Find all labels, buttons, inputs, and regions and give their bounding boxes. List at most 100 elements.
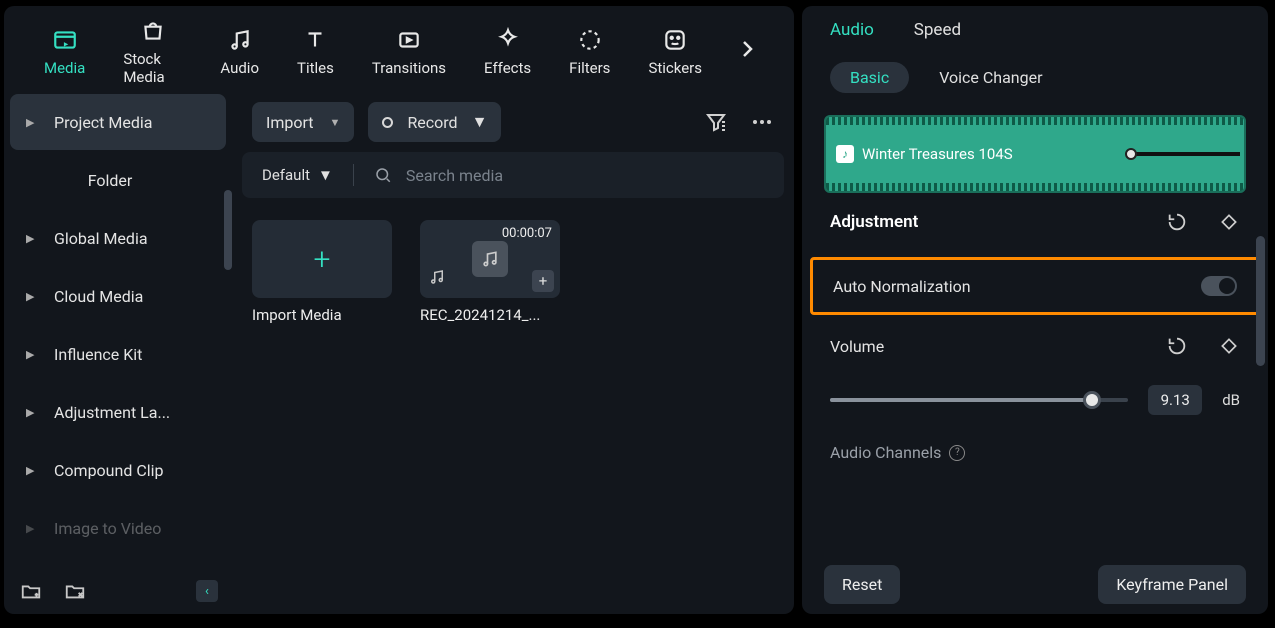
media-grid: + Import Media 00:00:07 + REC_20241214_.…	[232, 198, 794, 346]
search-input[interactable]	[406, 166, 764, 185]
music-clip-icon: ♪	[836, 145, 854, 163]
volume-unit: dB	[1222, 391, 1240, 409]
grid-item-label: Import Media	[252, 306, 392, 324]
grid-item-label: REC_20241214_...	[420, 306, 560, 324]
left-body: ▶Project Media Folder ▶Global Media ▶Clo…	[4, 92, 794, 614]
stickers-icon	[660, 25, 690, 55]
keyframe-diamond-icon[interactable]	[1218, 211, 1240, 233]
audio-channels-label: Audio Channels	[830, 443, 941, 462]
volume-value[interactable]: 9.13	[1148, 385, 1202, 415]
chevron-right-icon: ▶	[26, 464, 36, 477]
effects-icon	[493, 25, 523, 55]
sidebar-item-label: Influence Kit	[54, 345, 142, 364]
sidebar-item-label: Folder	[88, 171, 133, 190]
nav-stock-media[interactable]: Stock Media	[123, 16, 182, 86]
sidebar-item-label: Image to Video	[54, 519, 161, 538]
chevron-down-icon: ▼	[472, 112, 488, 132]
reset-button[interactable]: Reset	[824, 565, 900, 604]
reset-volume-icon[interactable]	[1166, 335, 1188, 357]
sidebar-item-label: Global Media	[54, 229, 148, 248]
sidebar-item-project-media[interactable]: ▶ Project Media	[10, 94, 226, 150]
filter-icon[interactable]	[704, 110, 728, 134]
right-scrollbar[interactable]	[1256, 236, 1265, 366]
sidebar: ▶Project Media Folder ▶Global Media ▶Clo…	[4, 92, 232, 614]
sidebar-item-label: Cloud Media	[54, 287, 143, 306]
nav-next-arrow[interactable]	[740, 38, 754, 64]
bottom-buttons: Reset Keyframe Panel	[802, 565, 1268, 604]
clip-duration: 00:00:07	[502, 226, 552, 241]
chevron-down-icon: ▼	[318, 166, 333, 184]
chevron-right-icon: ▶	[26, 406, 36, 419]
music-icon	[225, 25, 255, 55]
import-label: Import	[266, 113, 314, 132]
nav-titles[interactable]: Titles	[297, 25, 334, 77]
sidebar-item-global-media[interactable]: ▶Global Media	[10, 210, 226, 266]
volume-row: Volume	[802, 321, 1268, 371]
clip-playhead[interactable]	[1125, 148, 1137, 160]
tab-audio[interactable]: Audio	[830, 20, 874, 40]
sidebar-item-cloud-media[interactable]: ▶ Cloud Media	[10, 268, 226, 324]
subtab-voice-changer[interactable]: Voice Changer	[939, 68, 1042, 87]
subtab-basic[interactable]: Basic	[830, 62, 909, 93]
sidebar-item-compound-clip[interactable]: ▶ Compound Clip	[10, 442, 226, 498]
grid-item-import[interactable]: + Import Media	[252, 220, 392, 324]
nav-stickers[interactable]: Stickers	[648, 25, 702, 77]
volume-slider-row: 9.13 dB	[802, 371, 1268, 421]
music-small-icon	[428, 268, 446, 290]
record-icon	[382, 117, 393, 128]
record-dropdown[interactable]: Record ▼	[368, 102, 501, 142]
reset-adjustment-icon[interactable]	[1166, 211, 1188, 233]
sidebar-item-influence-kit[interactable]: ▶Influence Kit	[10, 326, 226, 382]
import-dropdown[interactable]: Import ▼	[252, 102, 354, 142]
collapse-sidebar-button[interactable]: ‹	[196, 580, 218, 602]
slider-knob[interactable]	[1083, 391, 1101, 409]
titles-icon	[300, 25, 330, 55]
sidebar-scrollbar[interactable]	[224, 190, 232, 270]
grid-item-audio[interactable]: 00:00:07 + REC_20241214_...	[420, 220, 560, 324]
delete-folder-icon[interactable]	[62, 578, 88, 604]
adjustment-section: Adjustment	[802, 193, 1268, 251]
transitions-icon	[394, 25, 424, 55]
chevron-down-icon: ▼	[330, 116, 341, 129]
record-label: Record	[407, 113, 457, 132]
sidebar-item-adjustment-layer[interactable]: ▶Adjustment La...	[10, 384, 226, 440]
sidebar-item-label: Project Media	[54, 113, 152, 132]
chevron-right-icon: ▶	[26, 116, 36, 129]
auto-normalization-row: Auto Normalization	[810, 257, 1260, 315]
sidebar-bottom: ‹	[4, 568, 232, 614]
volume-label: Volume	[830, 337, 884, 356]
audio-channels-row: Audio Channels ?	[802, 421, 1268, 462]
nav-effects[interactable]: Effects	[484, 25, 531, 77]
clip-name: Winter Treasures 104S	[862, 145, 1013, 163]
nav-filters[interactable]: Filters	[569, 25, 610, 77]
nav-transitions[interactable]: Transitions	[372, 25, 446, 77]
audio-file-icon	[472, 241, 508, 277]
tab-speed[interactable]: Speed	[914, 20, 961, 40]
clip-track-line	[1135, 152, 1240, 156]
sort-dropdown[interactable]: Default▼	[262, 166, 333, 184]
chevron-right-icon: ▶	[26, 290, 36, 303]
keyframe-volume-icon[interactable]	[1218, 335, 1240, 357]
divider	[353, 164, 354, 186]
nav-audio[interactable]: Audio	[220, 25, 259, 77]
keyframe-panel-button[interactable]: Keyframe Panel	[1098, 565, 1246, 604]
sidebar-item-label: Compound Clip	[54, 461, 164, 480]
volume-slider[interactable]	[830, 398, 1128, 402]
sidebar-item-image-to-video[interactable]: ▶ Image to Video	[10, 500, 226, 556]
info-icon[interactable]: ?	[949, 445, 965, 461]
plus-icon: +	[314, 242, 331, 277]
add-to-timeline-button[interactable]: +	[532, 270, 554, 292]
sidebar-item-folder[interactable]: Folder	[10, 152, 226, 208]
more-icon[interactable]	[750, 110, 774, 134]
chevron-right-icon: ▶	[26, 522, 36, 535]
adjustment-label: Adjustment	[830, 212, 918, 232]
audio-clip-preview[interactable]: ♪ Winter Treasures 104S	[824, 115, 1246, 193]
top-nav: Media Stock Media Audio Titles Transitio…	[4, 6, 794, 92]
left-panel: Media Stock Media Audio Titles Transitio…	[4, 6, 794, 614]
right-tabs: Audio Speed	[802, 6, 1268, 50]
nav-media[interactable]: Media	[44, 25, 85, 77]
new-folder-icon[interactable]	[18, 578, 44, 604]
search-row: Default▼	[242, 152, 784, 198]
auto-normalization-toggle[interactable]	[1201, 276, 1237, 296]
media-icon	[50, 25, 80, 55]
